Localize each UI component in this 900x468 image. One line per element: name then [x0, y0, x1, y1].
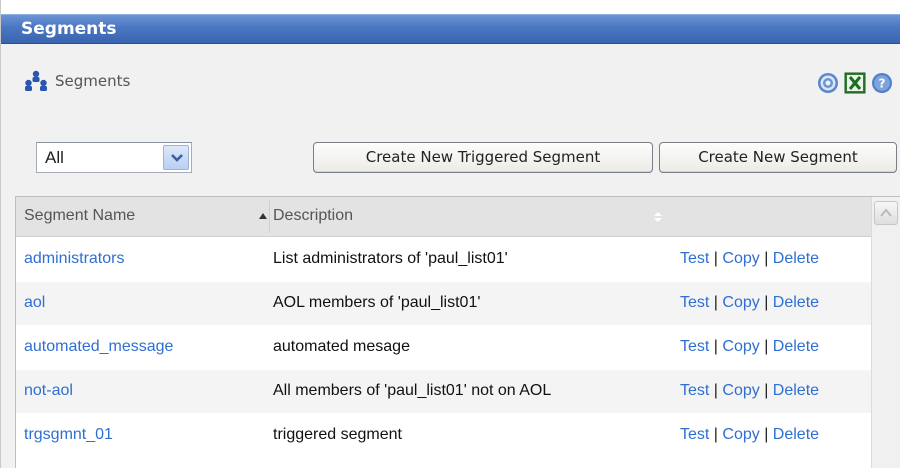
excel-export-icon[interactable]	[844, 72, 866, 94]
test-link[interactable]: Test	[680, 382, 709, 399]
separator: |	[709, 294, 723, 311]
chevron-down-icon[interactable]	[163, 145, 189, 170]
separator: |	[709, 426, 723, 443]
chevron-up-icon	[880, 208, 892, 217]
column-header-description[interactable]: Description	[273, 207, 353, 225]
copy-link[interactable]: Copy	[722, 338, 759, 355]
refresh-icon[interactable]	[817, 72, 839, 94]
test-link[interactable]: Test	[680, 250, 709, 267]
segments-window: Segments Segments ? All Create New Trigg…	[0, 0, 900, 468]
segment-description: AOL members of 'paul_list01'	[273, 294, 481, 311]
segment-description: triggered segment	[273, 426, 402, 443]
delete-link[interactable]: Delete	[773, 294, 819, 311]
page-title: Segments	[55, 72, 131, 90]
separator: |	[759, 294, 773, 311]
test-link[interactable]: Test	[680, 426, 709, 443]
copy-link[interactable]: Copy	[722, 426, 759, 443]
delete-link[interactable]: Delete	[773, 426, 819, 443]
segments-table: Segment Name Description administrators …	[15, 196, 900, 468]
delete-link[interactable]: Delete	[773, 338, 819, 355]
row-actions: Test | Copy | Delete	[680, 426, 819, 444]
title-bar: Segments	[1, 14, 900, 44]
copy-link[interactable]: Copy	[722, 294, 759, 311]
create-triggered-segment-button[interactable]: Create New Triggered Segment	[313, 142, 653, 173]
table-row: not-aol All members of 'paul_list01' not…	[16, 370, 871, 413]
column-divider	[269, 201, 270, 233]
segment-name-link[interactable]: aol	[24, 294, 45, 312]
separator: |	[759, 250, 773, 267]
sort-both-icon[interactable]	[653, 211, 663, 223]
column-header-segment-name[interactable]: Segment Name	[24, 207, 135, 225]
separator: |	[709, 250, 723, 267]
segment-name-link[interactable]: administrators	[24, 250, 124, 268]
test-link[interactable]: Test	[680, 294, 709, 311]
delete-link[interactable]: Delete	[773, 250, 819, 267]
table-header: Segment Name Description	[16, 197, 871, 237]
separator: |	[709, 338, 723, 355]
help-icon[interactable]: ?	[871, 72, 893, 94]
delete-link[interactable]: Delete	[773, 382, 819, 399]
filter-value: All	[45, 148, 64, 167]
segment-description: All members of 'paul_list01' not on AOL	[273, 382, 552, 399]
svg-text:?: ?	[879, 77, 886, 91]
separator: |	[709, 382, 723, 399]
table-row: trgsgmnt_01 triggered segment Test | Cop…	[16, 414, 871, 457]
segment-description: automated mesage	[273, 338, 410, 355]
segment-description: List administrators of 'paul_list01'	[273, 250, 508, 267]
separator: |	[759, 338, 773, 355]
row-actions: Test | Copy | Delete	[680, 294, 819, 312]
table-row: aol AOL members of 'paul_list01' Test | …	[16, 282, 871, 325]
copy-link[interactable]: Copy	[722, 250, 759, 267]
vertical-scrollbar[interactable]	[871, 197, 900, 468]
title-bar-text: Segments	[21, 19, 117, 39]
create-segment-button[interactable]: Create New Segment	[659, 142, 897, 173]
top-margin	[1, 0, 900, 14]
separator: |	[759, 382, 773, 399]
segment-name-link[interactable]: not-aol	[24, 382, 73, 400]
table-row: automated_message automated mesage Test …	[16, 326, 871, 369]
separator: |	[759, 426, 773, 443]
table-row: administrators List administrators of 'p…	[16, 238, 871, 281]
sort-ascending-icon[interactable]	[258, 211, 268, 221]
row-actions: Test | Copy | Delete	[680, 250, 819, 268]
segments-icon	[25, 70, 47, 91]
scroll-up-button[interactable]	[874, 201, 898, 225]
row-actions: Test | Copy | Delete	[680, 382, 819, 400]
row-actions: Test | Copy | Delete	[680, 338, 819, 356]
test-link[interactable]: Test	[680, 338, 709, 355]
segment-name-link[interactable]: automated_message	[24, 338, 173, 356]
copy-link[interactable]: Copy	[722, 382, 759, 399]
filter-select[interactable]: All	[36, 142, 192, 173]
segment-name-link[interactable]: trgsgmnt_01	[24, 426, 113, 444]
